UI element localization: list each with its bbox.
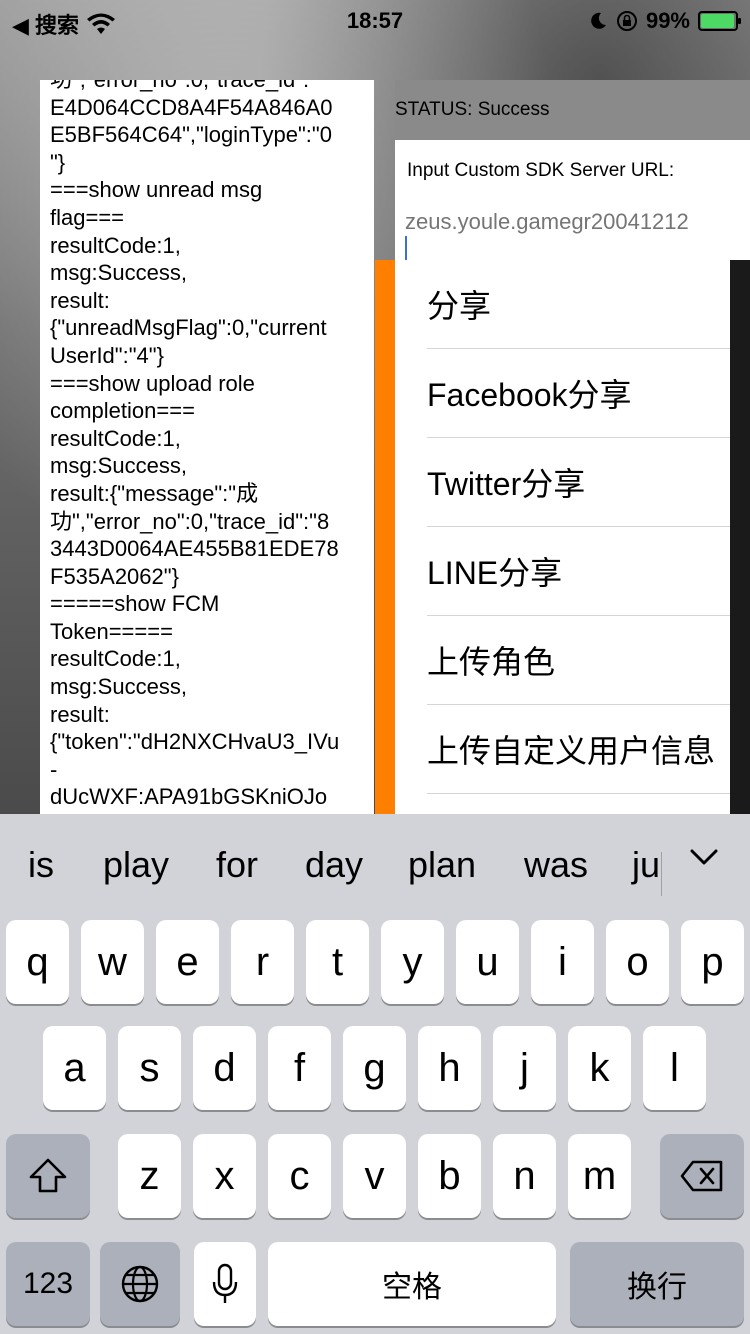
suggestion-word[interactable]: day [305, 844, 363, 886]
key-b[interactable]: b [418, 1134, 481, 1218]
dictation-key[interactable] [194, 1242, 256, 1326]
key-l[interactable]: l [643, 1026, 706, 1110]
action-menu: 分享 Facebook分享 Twitter分享 LINE分享 上传角色 上传自定义用户信息… [395, 260, 730, 820]
log-panel[interactable]: 功","error_no":0,"trace_id":" E4D064CCD8A… [40, 80, 374, 820]
key-o[interactable]: o [606, 920, 669, 1004]
space-key[interactable]: 空格 [268, 1242, 556, 1326]
key-t[interactable]: t [306, 920, 369, 1004]
suggestion-word[interactable]: plan [408, 844, 476, 886]
key-n[interactable]: n [493, 1134, 556, 1218]
key-s[interactable]: s [118, 1026, 181, 1110]
suggestion-word[interactable]: ju [632, 844, 660, 886]
microphone-icon [212, 1263, 238, 1303]
orientation-lock-icon [616, 11, 637, 31]
battery-percent: 99% [645, 8, 690, 33]
globe-key[interactable] [100, 1242, 180, 1326]
key-e[interactable]: e [156, 920, 219, 1004]
menu-edge [730, 260, 750, 820]
suggestion-divider [661, 852, 662, 896]
status-text: STATUS: Success [395, 99, 550, 120]
globe-icon [121, 1265, 159, 1303]
key-v[interactable]: v [343, 1134, 406, 1218]
key-h[interactable]: h [418, 1026, 481, 1110]
server-url-label: Input Custom SDK Server URL: [407, 160, 675, 181]
log-output: 功","error_no":0,"trace_id":" E4D064CCD8A… [50, 80, 340, 820]
moon-icon [591, 12, 606, 29]
menu-item[interactable]: 分享 [427, 260, 730, 349]
key-a[interactable]: a [43, 1026, 106, 1110]
return-key[interactable]: 换行 [570, 1242, 744, 1326]
text-caret [405, 236, 407, 262]
backspace-icon [680, 1160, 723, 1192]
status-bar: ◀ 搜索 18:57 99% [0, 0, 750, 44]
key-i[interactable]: i [531, 920, 594, 1004]
keyboard: is play for day plan was ju qwertyuiop asdfghjk… [0, 814, 750, 1334]
key-p[interactable]: p [681, 920, 744, 1004]
battery-level [701, 14, 734, 28]
key-f[interactable]: f [268, 1026, 331, 1110]
key-y[interactable]: y [381, 920, 444, 1004]
suggestion-word[interactable]: is [28, 844, 54, 886]
suggestion-word[interactable]: was [524, 844, 588, 886]
key-j[interactable]: j [493, 1026, 556, 1110]
key-c[interactable]: c [268, 1134, 331, 1218]
chevron-down-icon[interactable] [690, 848, 718, 866]
key-m[interactable]: m [568, 1134, 631, 1218]
menu-item[interactable]: Twitter分享 [427, 438, 730, 527]
suggestion-bar: is play for day plan was ju [0, 814, 750, 914]
suggestion-word[interactable]: play [103, 844, 169, 886]
menu-item[interactable]: 上传角色 [427, 616, 730, 705]
key-k[interactable]: k [568, 1026, 631, 1110]
accent-divider [375, 260, 395, 820]
menu-item[interactable]: Facebook分享 [427, 349, 730, 438]
numbers-key[interactable]: 123 [6, 1242, 90, 1326]
suggestion-word[interactable]: for [216, 844, 258, 886]
key-u[interactable]: u [456, 920, 519, 1004]
key-r[interactable]: r [231, 920, 294, 1004]
shift-key[interactable] [6, 1134, 90, 1218]
key-g[interactable]: g [343, 1026, 406, 1110]
menu-item[interactable]: 上传自定义用户信息 [427, 705, 730, 794]
delete-key[interactable] [660, 1134, 744, 1218]
status-panel: STATUS: Success [395, 80, 750, 140]
key-z[interactable]: z [118, 1134, 181, 1218]
battery-icon [698, 11, 741, 31]
key-x[interactable]: x [193, 1134, 256, 1218]
menu-item[interactable]: LINE分享 [427, 527, 730, 616]
server-url-input[interactable] [405, 204, 745, 240]
key-d[interactable]: d [193, 1026, 256, 1110]
key-w[interactable]: w [81, 920, 144, 1004]
server-url-panel: Input Custom SDK Server URL: [395, 140, 750, 262]
key-q[interactable]: q [6, 920, 69, 1004]
shift-icon [29, 1158, 67, 1193]
